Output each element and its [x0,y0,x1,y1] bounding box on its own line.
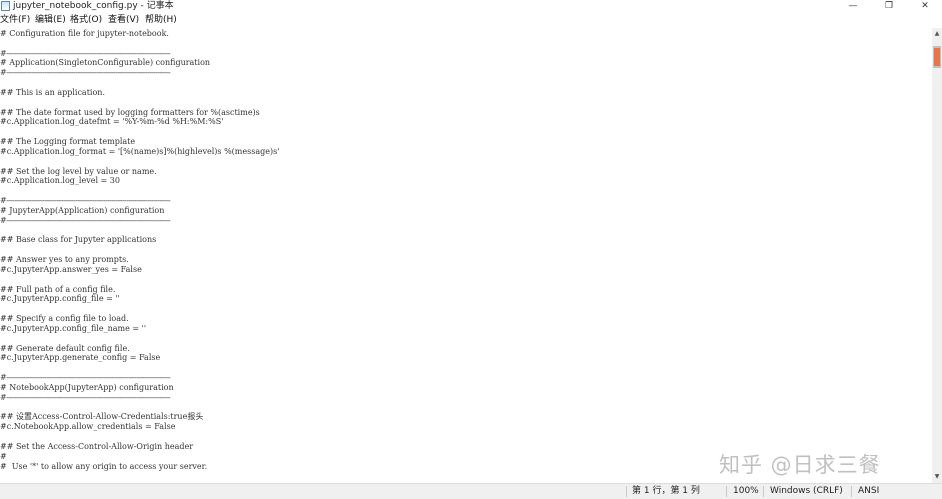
code-line: # [0,451,7,461]
code-line: #c.JupyterApp.generate_config = False [0,353,161,363]
menu-format[interactable]: 格式(O) [70,13,102,28]
text-editor[interactable]: # Configuration file for jupyter-noteboo… [0,28,932,483]
scroll-up-icon[interactable]: ▲ [932,28,942,40]
code-line: ## This is an application. [0,87,105,97]
window-title: jupyter_notebook_config.py - 记事本 [13,1,174,11]
status-divider [726,486,727,497]
scroll-down-icon[interactable]: ▼ [932,471,942,483]
menu-help[interactable]: 帮助(H) [145,13,177,28]
code-line: ## Generate default config file. [0,343,130,353]
scrollbar-position-marker [934,48,940,66]
code-line: #c.JupyterApp.config_file = '' [0,294,120,304]
close-button[interactable]: ✕ [910,0,940,13]
notepad-icon [1,1,10,11]
code-line: ## Full path of a config file. [0,284,116,294]
status-divider [763,486,764,497]
code-line: #c.NotebookApp.allow_credentials = False [0,422,176,432]
status-line-ending: Windows (CRLF) [770,486,843,496]
menu-file[interactable]: 文件(F) [0,13,30,28]
code-line: # Application(SingletonConfigurable) con… [0,58,211,68]
code-line: #---------------------------------------… [0,373,171,383]
code-line: ## Specify a config file to load. [0,314,129,324]
menu-edit[interactable]: 编辑(E) [35,13,66,28]
code-line: ## Answer yes to any prompts. [0,255,129,265]
code-line: # Use '*' to allow any origin to access … [0,461,208,471]
code-line: #c.JupyterApp.answer_yes = False [0,264,142,274]
code-line: ## The date format used by logging forma… [0,107,260,117]
code-line: #---------------------------------------… [0,215,171,225]
code-line: ## Set the Access-Control-Allow-Origin h… [0,441,194,451]
code-line: #---------------------------------------… [0,196,171,206]
code-line: ## The Logging format template [0,137,136,147]
code-line: ## Set the log level by value or name. [0,166,157,176]
code-line: #---------------------------------------… [0,68,171,78]
maximize-button[interactable]: ❐ [874,0,904,13]
watermark-text: 知乎 @日求三餐 [719,453,881,477]
code-line: # NotebookApp(JupyterApp) configuration [0,382,174,392]
code-line: # Configuration file for jupyter-noteboo… [0,29,169,38]
status-divider [626,486,627,497]
status-bar: 第 1 行，第 1 列 100% Windows (CRLF) ANSI [0,483,942,499]
menu-bar: 文件(F) 编辑(E) 格式(O) 查看(V) 帮助(H) [0,13,942,28]
code-line: #c.Application.log_datefmt = '%Y-%m-%d %… [0,117,224,127]
menu-view[interactable]: 查看(V) [108,13,139,28]
code-line: ## 设置Access-Control-Allow-Credentials:tr… [0,412,204,422]
code-line: #---------------------------------------… [0,48,171,58]
code-line: #c.Application.log_format = '[%(name)s]%… [0,146,280,156]
status-divider [851,486,852,497]
title-bar: jupyter_notebook_config.py - 记事本 — ❐ ✕ [0,0,942,13]
code-line: #c.JupyterApp.config_file_name = '' [0,323,147,333]
code-line: ## Base class for Jupyter applications [0,235,157,245]
vertical-scrollbar[interactable]: ▲ ▼ [932,28,942,483]
code-line: #---------------------------------------… [0,392,171,402]
status-cursor-position: 第 1 行，第 1 列 [632,486,700,496]
status-zoom: 100% [733,486,759,496]
status-encoding: ANSI [858,486,880,496]
minimize-button[interactable]: — [838,0,868,13]
code-line: # JupyterApp(Application) configuration [0,205,165,215]
code-line: #c.Application.log_level = 30 [0,176,120,186]
